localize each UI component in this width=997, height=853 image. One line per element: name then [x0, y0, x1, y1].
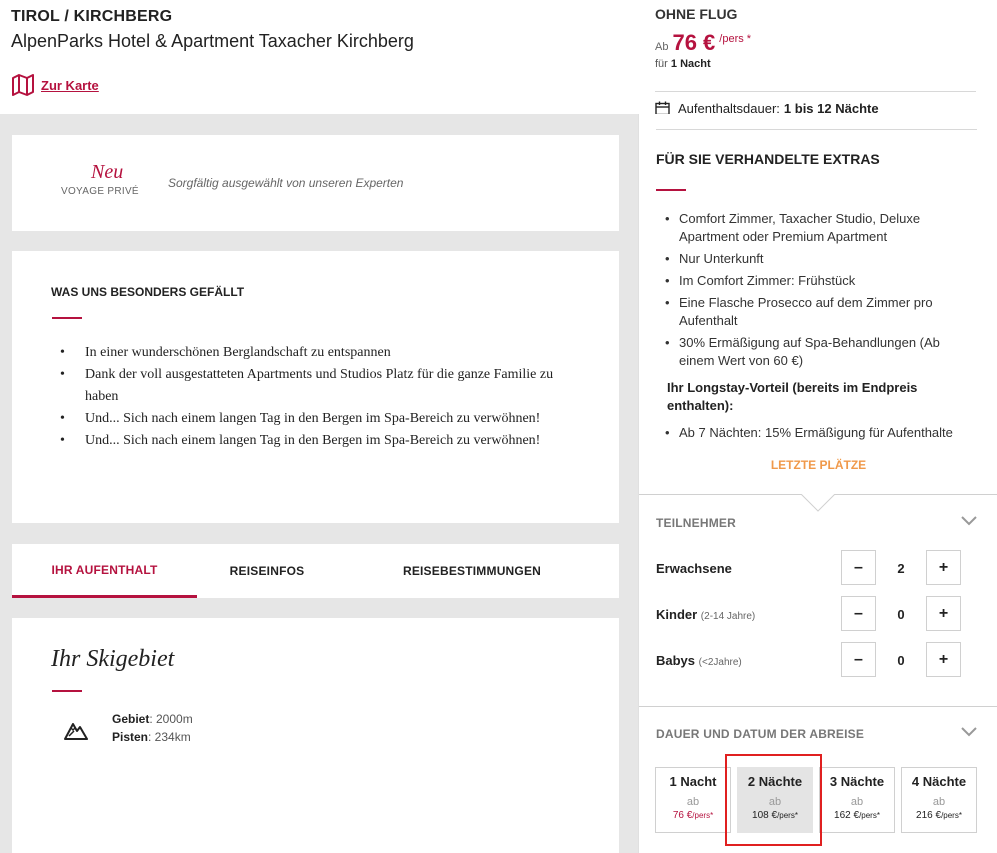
list-item: Ab 7 Nächten: 15% Ermäßigung für Aufenth…	[665, 425, 953, 440]
title-divider	[656, 189, 686, 191]
list-item: Eine Flasche Prosecco auf dem Zimmer pro…	[665, 294, 965, 330]
babies-minus-button[interactable]: –	[841, 642, 876, 677]
tab-reisebestimmungen[interactable]: REISEBESTIMMUNGEN	[337, 544, 607, 598]
duration-option-3-nights[interactable]: 3 Nächte ab 162 €/pers*	[819, 767, 895, 833]
gebiet-label: Gebiet	[112, 712, 150, 726]
pointer-notch	[801, 494, 835, 512]
duration-option-1-night[interactable]: 1 Nacht ab 76 €/pers*	[655, 767, 731, 833]
longstay-title: Ihr Longstay-Vorteil (bereits im Endprei…	[667, 380, 918, 413]
title-divider	[52, 317, 82, 319]
price-from: Ab	[655, 41, 669, 53]
map-link-label[interactable]: Zur Karte	[41, 78, 99, 93]
price-unit: /pers *	[719, 33, 752, 45]
tab-ihr-aufenthalt[interactable]: IHR AUFENTHALT	[12, 544, 197, 598]
booking-panel: FÜR SIE VERHANDELTE EXTRAS Comfort Zimme…	[638, 114, 997, 853]
list-item: 30% Ermäßigung auf Spa-Behandlungen (Ab …	[665, 334, 965, 370]
last-places-badge: LETZTE PLÄTZE	[770, 458, 867, 472]
extras-list: Comfort Zimmer, Taxacher Studio, Deluxe …	[665, 210, 965, 374]
list-item: In einer wunderschönen Berglandschaft zu…	[60, 342, 560, 364]
list-item: Nur Unterkunft	[665, 250, 965, 268]
duration-title: DAUER UND DATUM DER ABREISE	[656, 727, 865, 741]
highlights-title: WAS UNS BESONDERS GEFÄLLT	[51, 285, 245, 299]
tagline: Sorgfältig ausgewählt von unseren Expert…	[168, 176, 404, 190]
brand-label: VOYAGE PRIVÉ	[61, 186, 139, 197]
divider	[655, 91, 976, 92]
ski-title: Ihr Skigebiet	[51, 646, 175, 672]
divider	[656, 129, 977, 130]
divider	[639, 706, 997, 707]
extras-title: FÜR SIE VERHANDELTE EXTRAS	[656, 151, 880, 167]
list-item: Im Comfort Zimmer: Frühstück	[665, 272, 965, 290]
price-value: 76 €	[672, 30, 716, 55]
highlights-list: In einer wunderschönen Berglandschaft zu…	[60, 342, 560, 452]
chevron-down-icon[interactable]	[961, 516, 977, 526]
price-summary: OHNE FLUG Ab 76 € /pers * für 1 Nacht Au…	[638, 0, 997, 116]
map-icon	[12, 74, 34, 96]
pisten-value: : 234km	[148, 730, 191, 744]
gebiet-value: : 2000m	[149, 712, 193, 726]
region-label: TIROL / KIRCHBERG	[11, 8, 173, 25]
children-minus-button[interactable]: –	[841, 596, 876, 631]
ski-stats: Gebiet: 2000m Pisten: 234km	[112, 710, 193, 746]
longstay-list: Ab 7 Nächten: 15% Ermäßigung für Aufenth…	[665, 425, 953, 440]
children-count: 0	[897, 607, 905, 622]
participants-title: TEILNEHMER	[656, 516, 736, 530]
highlights-card: WAS UNS BESONDERS GEFÄLLT In einer wunde…	[12, 251, 619, 523]
children-label: Kinder (2-14 Jahre)	[656, 607, 756, 622]
list-item: Und... Sich nach einem langen Tag in den…	[60, 430, 560, 452]
detail-tabs: IHR AUFENTHALT REISEINFOS REISEBESTIMMUN…	[12, 544, 619, 598]
pisten-label: Pisten	[112, 730, 149, 744]
selection-highlight	[725, 754, 822, 846]
hotel-header: TIROL / KIRCHBERG AlpenParks Hotel & Apa…	[0, 0, 638, 114]
babies-label: Babys (<2Jahre)	[656, 653, 742, 668]
ski-area-card: Ihr Skigebiet Gebiet: 2000m Pisten: 234k…	[12, 618, 619, 853]
adults-count: 2	[897, 561, 905, 576]
list-item: Und... Sich nach einem langen Tag in den…	[60, 408, 560, 430]
price-line: Ab 76 € /pers *	[655, 30, 751, 56]
hotel-name: AlpenParks Hotel & Apartment Taxacher Ki…	[11, 31, 414, 51]
chevron-down-icon[interactable]	[961, 727, 977, 737]
mountain-icon	[64, 723, 88, 740]
new-badge-card: Neu VOYAGE PRIVÉ Sorgfältig ausgewählt v…	[12, 135, 619, 231]
children-plus-button[interactable]: +	[926, 596, 961, 631]
travel-mode: OHNE FLUG	[655, 6, 738, 22]
babies-count: 0	[897, 653, 905, 668]
map-link[interactable]: Zur Karte	[11, 74, 99, 96]
list-item: Comfort Zimmer, Taxacher Studio, Deluxe …	[665, 210, 965, 246]
babies-plus-button[interactable]: +	[926, 642, 961, 677]
adults-plus-button[interactable]: +	[926, 550, 961, 585]
duration-option-4-nights[interactable]: 4 Nächte ab 216 €/pers*	[901, 767, 977, 833]
title-divider	[52, 690, 82, 692]
new-label: Neu	[91, 161, 124, 183]
price-duration: für 1 Nacht	[655, 58, 711, 70]
adults-label: Erwachsene	[656, 561, 732, 576]
adults-minus-button[interactable]: –	[841, 550, 876, 585]
list-item: Dank der voll ausgestatteten Apartments …	[60, 364, 560, 408]
tab-reiseinfos[interactable]: REISEINFOS	[197, 544, 337, 598]
